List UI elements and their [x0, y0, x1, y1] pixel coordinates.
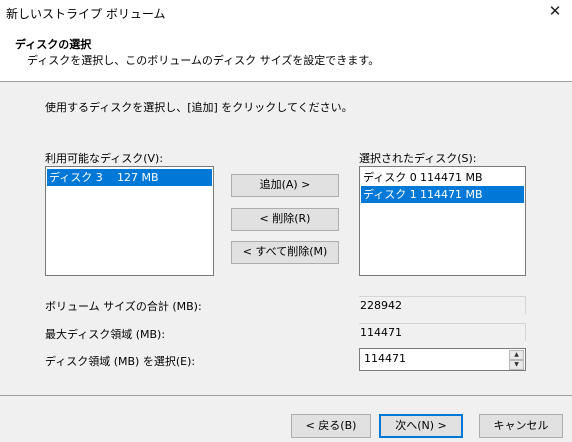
add-button[interactable]: 追加(A) >	[231, 174, 339, 197]
spinner-buttons: ▲ ▼	[509, 350, 524, 370]
wizard-header: ディスクの選択 ディスクを選択し、このボリュームのディスク サイズを設定できます…	[0, 24, 572, 82]
list-item[interactable]: ディスク 1 114471 MB	[361, 186, 524, 203]
next-button[interactable]: 次へ(N) >	[379, 414, 463, 438]
header-title: ディスクの選択	[15, 38, 92, 51]
total-size-value: 228942	[359, 296, 526, 314]
list-item[interactable]: ディスク 3 127 MB	[47, 169, 212, 186]
disk-space-spinner[interactable]: 114471 ▲ ▼	[359, 348, 526, 371]
selected-disks-list[interactable]: ディスク 0 114471 MB ディスク 1 114471 MB	[359, 166, 526, 276]
disk-size: 114471 MB	[420, 188, 483, 201]
total-size-label: ボリューム サイズの合計 (MB):	[45, 300, 202, 313]
back-button[interactable]: < 戻る(B)	[291, 414, 371, 438]
close-icon[interactable]: ✕	[542, 0, 568, 24]
max-disk-value: 114471	[359, 323, 526, 341]
disk-space-input[interactable]: 114471	[364, 352, 406, 365]
disk-size: 127 MB	[117, 171, 159, 184]
remove-all-button[interactable]: < すべて削除(M)	[231, 241, 339, 264]
list-item[interactable]: ディスク 0 114471 MB	[361, 169, 524, 186]
instruction-text: 使用するディスクを選択し、[追加] をクリックしてください。	[45, 101, 353, 114]
disk-name: ディスク 0	[363, 171, 417, 184]
select-space-label: ディスク領域 (MB) を選択(E):	[45, 355, 196, 368]
disk-name: ディスク 3	[49, 171, 103, 184]
disk-name: ディスク 1	[363, 188, 417, 201]
selected-disks-label: 選択されたディスク(S):	[359, 152, 477, 165]
footer-divider	[0, 395, 572, 396]
spin-up-icon[interactable]: ▲	[509, 350, 524, 360]
disk-size: 114471 MB	[420, 171, 483, 184]
available-disks-list[interactable]: ディスク 3 127 MB	[45, 166, 214, 276]
window-title: 新しいストライプ ボリューム	[6, 7, 166, 21]
title-bar: 新しいストライプ ボリューム ✕	[0, 0, 572, 24]
max-disk-label: 最大ディスク領域 (MB):	[45, 328, 166, 341]
remove-button[interactable]: < 削除(R)	[231, 208, 339, 231]
available-disks-label: 利用可能なディスク(V):	[45, 152, 164, 165]
spin-down-icon[interactable]: ▼	[509, 360, 524, 370]
cancel-button[interactable]: キャンセル	[479, 414, 563, 438]
header-subtitle: ディスクを選択し、このボリュームのディスク サイズを設定できます。	[27, 54, 380, 67]
